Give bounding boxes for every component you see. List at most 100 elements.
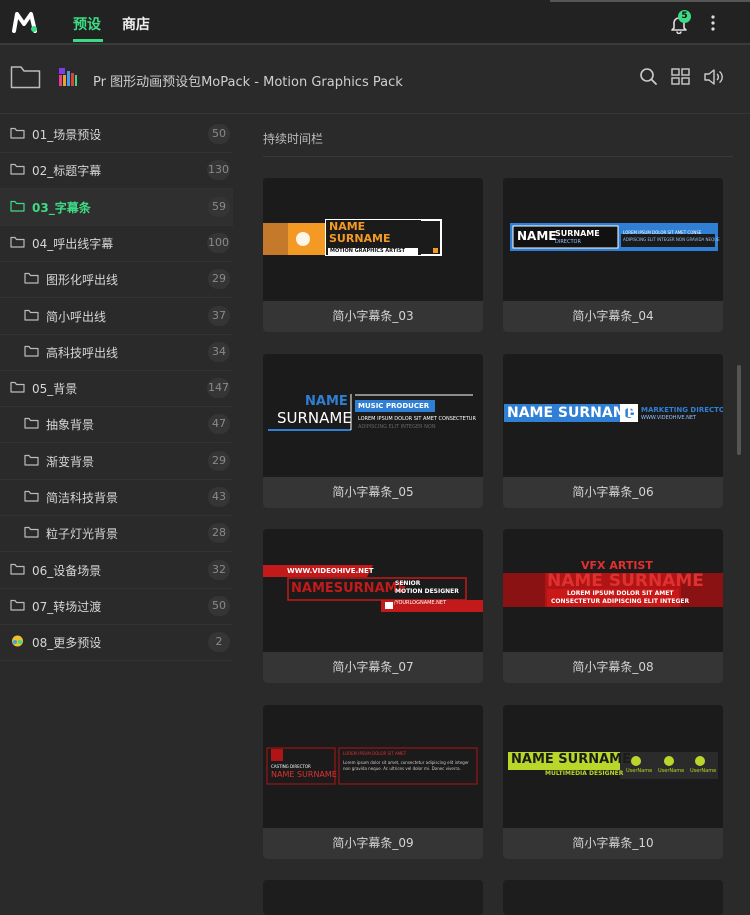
tab-presets[interactable]: 预设 <box>73 14 101 34</box>
tab-store[interactable]: 商店 <box>122 14 150 34</box>
folder-icon <box>24 454 39 466</box>
sidebar-item[interactable]: 图形化呼出线 29 <box>0 261 233 299</box>
sidebar-item-label: 渐变背景 <box>46 454 95 469</box>
thumb-text: MULTIMEDIA DESIGNER <box>545 770 624 777</box>
preset-caption: 简小字幕条_05 <box>263 477 483 508</box>
sidebar-item-label: 抽象背景 <box>46 418 95 433</box>
thumb-text: UserName <box>626 768 653 774</box>
sidebar-item[interactable]: 02_标题字幕 130 <box>0 152 233 190</box>
preset-caption: 简小字幕条_04 <box>503 301 723 332</box>
thumb-text: CONSECTETUR ADIPISCING ELIT INTEGER <box>551 598 690 605</box>
folder-icon <box>24 309 39 321</box>
thumb-text: SURNAME <box>555 229 600 238</box>
sidebar-item[interactable]: 04_呼出线字幕 100 <box>0 225 233 262</box>
pack-icon <box>59 68 77 86</box>
active-tab-indicator <box>73 39 103 42</box>
search-icon[interactable] <box>638 67 660 87</box>
volume-icon[interactable] <box>703 67 725 87</box>
thumb-text: NAME <box>305 394 348 409</box>
sidebar-item-label: 01_场景预设 <box>32 128 102 142</box>
preset-caption: 简小字幕条_06 <box>503 477 723 508</box>
preset-card[interactable]: NAME SURNAME DIRECTOR LOREM IPSUM DOLOR … <box>503 178 723 332</box>
sidebar-item[interactable]: 08_更多预设 2 <box>0 624 233 662</box>
sidebar-item[interactable]: 03_字幕条 59 <box>0 188 233 226</box>
sidebar-item-label: 简小呼出线 <box>46 309 107 324</box>
folder-icon <box>10 164 25 175</box>
sidebar-item-count: 100 <box>207 232 230 253</box>
sidebar-item[interactable]: 简洁科技背景 43 <box>0 479 233 516</box>
section-title: 持续时间栏 <box>263 132 324 146</box>
preset-thumbnail: NAME SURNAME MARKETING DIRECTOR WWW.VIDE… <box>503 354 723 476</box>
sidebar-item-count: 47 <box>208 414 230 435</box>
folder-icon <box>24 273 39 284</box>
folder-icon[interactable] <box>10 64 41 89</box>
folder-icon <box>10 127 25 139</box>
sidebar-item[interactable]: 07_转场过渡 50 <box>0 588 233 625</box>
preset-caption: 简小字幕条_03 <box>263 301 483 332</box>
thumb-text: DIRECTOR <box>555 239 581 245</box>
sidebar-item[interactable]: 01_场景预设 50 <box>0 116 233 153</box>
sidebar-item-count: 50 <box>208 124 230 144</box>
preset-card[interactable] <box>503 880 723 915</box>
grid-view-icon[interactable] <box>670 67 692 87</box>
preset-thumbnail: NAME SURNAME MULTIMEDIA DESIGNER UserNam… <box>503 705 723 827</box>
scrollbar-thumb[interactable] <box>737 365 741 455</box>
preset-card[interactable]: NAME SURNAME MUSIC PRODUCER LOREM IPSUM … <box>263 354 483 508</box>
thumb-text: UserName <box>690 768 717 774</box>
sidebar-item[interactable]: 05_背景 147 <box>0 370 233 408</box>
more-menu-icon[interactable] <box>708 13 718 33</box>
thumb-text: MOTION DESIGNER <box>395 588 459 595</box>
sidebar-item-count: 50 <box>208 595 230 616</box>
thumb-text: LOREM IPSUM DOLOR SIT AMET CONSECTETUR <box>358 416 476 422</box>
thumb-text: WWW.VIDEOHIVE.NET <box>641 415 697 421</box>
sidebar-item-label: 高科技呼出线 <box>46 345 119 360</box>
sidebar-item[interactable]: 粒子灯光背景 28 <box>0 515 233 553</box>
sidebar-item[interactable]: 简小呼出线 37 <box>0 298 233 335</box>
sidebar-item-count: 43 <box>208 487 230 507</box>
sidebar-item[interactable]: 渐变背景 29 <box>0 443 233 480</box>
app-logo-icon[interactable] <box>12 11 38 33</box>
preset-card[interactable]: NAME SURNAME MULTIMEDIA DESIGNER UserNam… <box>503 705 723 859</box>
preset-card[interactable] <box>263 880 483 915</box>
sidebar-item[interactable]: 06_设备场景 32 <box>0 552 233 589</box>
thumb-text: LOREM IPSUM DOLOR SIT AMET <box>567 590 674 597</box>
preset-thumbnail: CASTING DIRECTOR NAME SURNAME LOREM IPSU… <box>263 705 483 827</box>
preset-card[interactable]: VFX ARTIST NAME SURNAME LOREM IPSUM DOLO… <box>503 529 723 683</box>
thumb-text: NAME <box>517 229 557 243</box>
preset-caption: 简小字幕条_07 <box>263 652 483 683</box>
folder-icon <box>10 563 25 575</box>
category-sidebar: 01_场景预设 50 02_标题字幕 130 03_字幕条 59 04_呼出线字幕 100 图形… <box>0 116 235 676</box>
thumb-text: NAMESURNAME <box>291 581 407 596</box>
folder-icon <box>24 490 39 502</box>
sidebar-item[interactable]: 高科技呼出线 34 <box>0 334 233 371</box>
thumb-text: Lorem ipsum dolor sit amet, consectetur … <box>343 760 469 771</box>
thumb-text: MARKETING DIRECTOR <box>641 406 723 414</box>
path-bar: Pr 图形动画预设包MoPack - Motion Graphics Pack <box>0 45 750 114</box>
thumb-text: ADIPISCING ELIT INTEGER NON <box>358 424 436 430</box>
preset-thumbnail: WWW.VIDEOHIVE.NET NAMESURNAME SENIOR MOT… <box>263 529 483 651</box>
folder-icon <box>24 418 39 429</box>
preset-caption: 简小字幕条_08 <box>503 652 723 683</box>
notification-count-badge: 5 <box>678 10 691 23</box>
sidebar-item-label: 简洁科技背景 <box>46 491 119 505</box>
preset-card[interactable]: CASTING DIRECTOR NAME SURNAME LOREM IPSU… <box>263 705 483 859</box>
thumb-text: NAME SURNAME <box>271 770 337 779</box>
preset-card[interactable]: WWW.VIDEOHIVE.NET NAMESURNAME SENIOR MOT… <box>263 529 483 683</box>
folder-icon <box>10 599 25 611</box>
sidebar-item[interactable]: 抽象背景 47 <box>0 406 233 444</box>
preset-thumbnail: VFX ARTIST NAME SURNAME LOREM IPSUM DOLO… <box>503 529 723 651</box>
thumb-text: CASTING DIRECTOR <box>271 764 311 769</box>
sidebar-item-label: 03_字幕条 <box>32 200 91 215</box>
sidebar-item-count: 130 <box>207 160 230 181</box>
section-divider <box>263 156 733 157</box>
sidebar-item-label: 图形化呼出线 <box>46 273 119 288</box>
sidebar-item-label: 04_呼出线字幕 <box>32 236 114 251</box>
more-presets-icon <box>12 635 23 647</box>
window-edge <box>550 0 750 2</box>
sidebar-item-label: 06_设备场景 <box>32 563 102 578</box>
thumb-text: NAME SURNAME <box>507 405 637 421</box>
preset-card[interactable]: NAME SURNAME MARKETING DIRECTOR WWW.VIDE… <box>503 354 723 508</box>
sidebar-item-count: 28 <box>208 523 230 544</box>
preset-card[interactable]: NAME SURNAME MOTION GRAPHICS ARTIST 简小字幕… <box>263 178 483 332</box>
thumb-text: LOREM IPSUM DOLOR SIT AMET CONSE <box>623 230 702 235</box>
